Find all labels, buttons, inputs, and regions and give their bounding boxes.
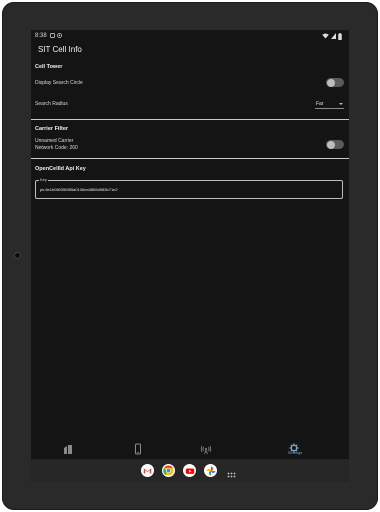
search-radius-select[interactable]: Far xyxy=(315,100,344,109)
taskbar xyxy=(31,459,349,482)
nav-item-phone[interactable] xyxy=(132,442,144,455)
status-bar: 8:38 xyxy=(31,30,349,42)
phone-icon xyxy=(135,443,141,455)
toggle-knob xyxy=(327,140,335,149)
notification-icon-2 xyxy=(57,33,62,38)
gmail-icon[interactable] xyxy=(141,464,154,477)
photos-glyph xyxy=(206,466,215,475)
screen: 8:38 SIT Cell Info Cell Tower Display Se… xyxy=(31,30,349,482)
search-radius-value: Far xyxy=(316,101,324,107)
search-radius-label: Search Radius xyxy=(35,101,68,107)
api-key-input[interactable]: Key pk.6e1b080356f55a0106ea3865d983b71e2 xyxy=(35,177,343,199)
nav-item-signal[interactable] xyxy=(200,442,212,455)
notification-icon xyxy=(50,33,55,38)
app-title: SIT Cell Info xyxy=(38,45,82,54)
bottom-navigation: Settings xyxy=(31,438,349,459)
cell-tower-section-title: Cell Tower xyxy=(35,64,63,70)
app-drawer-icon[interactable] xyxy=(227,467,236,478)
chrome-glyph xyxy=(163,465,174,476)
app-drawer-glyph xyxy=(227,472,236,478)
toggle-knob xyxy=(327,78,335,87)
api-key-value: pk.6e1b080356f55a0106ea3865d983b71e2 xyxy=(40,187,118,192)
front-camera xyxy=(14,252,21,259)
battery-icon xyxy=(338,33,342,40)
city-icon xyxy=(64,445,72,454)
chevron-down-icon xyxy=(339,103,343,105)
opencellid-section-title: OpenCellId Api Key xyxy=(35,166,86,172)
status-time: 8:38 xyxy=(35,33,47,39)
nav-item-towers[interactable] xyxy=(62,442,74,454)
nav-settings-label: Settings xyxy=(287,450,303,455)
api-key-label: Key xyxy=(39,177,48,182)
chrome-icon[interactable] xyxy=(162,464,175,477)
unnamed-carrier-name: Unnamed Carrier xyxy=(35,138,74,144)
signal-icon xyxy=(331,33,336,39)
section-divider xyxy=(31,119,349,120)
photos-icon[interactable] xyxy=(204,464,217,477)
carrier-filter-section-title: Carrier Filter xyxy=(35,126,69,132)
unnamed-carrier-network-code: Network Code: 260 xyxy=(35,145,78,151)
unnamed-carrier-toggle[interactable] xyxy=(326,140,344,149)
display-search-circle-label: Display Search Circle xyxy=(35,80,83,86)
youtube-glyph xyxy=(185,468,194,474)
gmail-glyph xyxy=(143,468,152,474)
antenna-icon xyxy=(200,445,212,455)
wifi-icon xyxy=(322,33,329,39)
youtube-icon[interactable] xyxy=(183,464,196,477)
section-divider xyxy=(31,158,349,159)
display-search-circle-toggle[interactable] xyxy=(326,78,344,87)
